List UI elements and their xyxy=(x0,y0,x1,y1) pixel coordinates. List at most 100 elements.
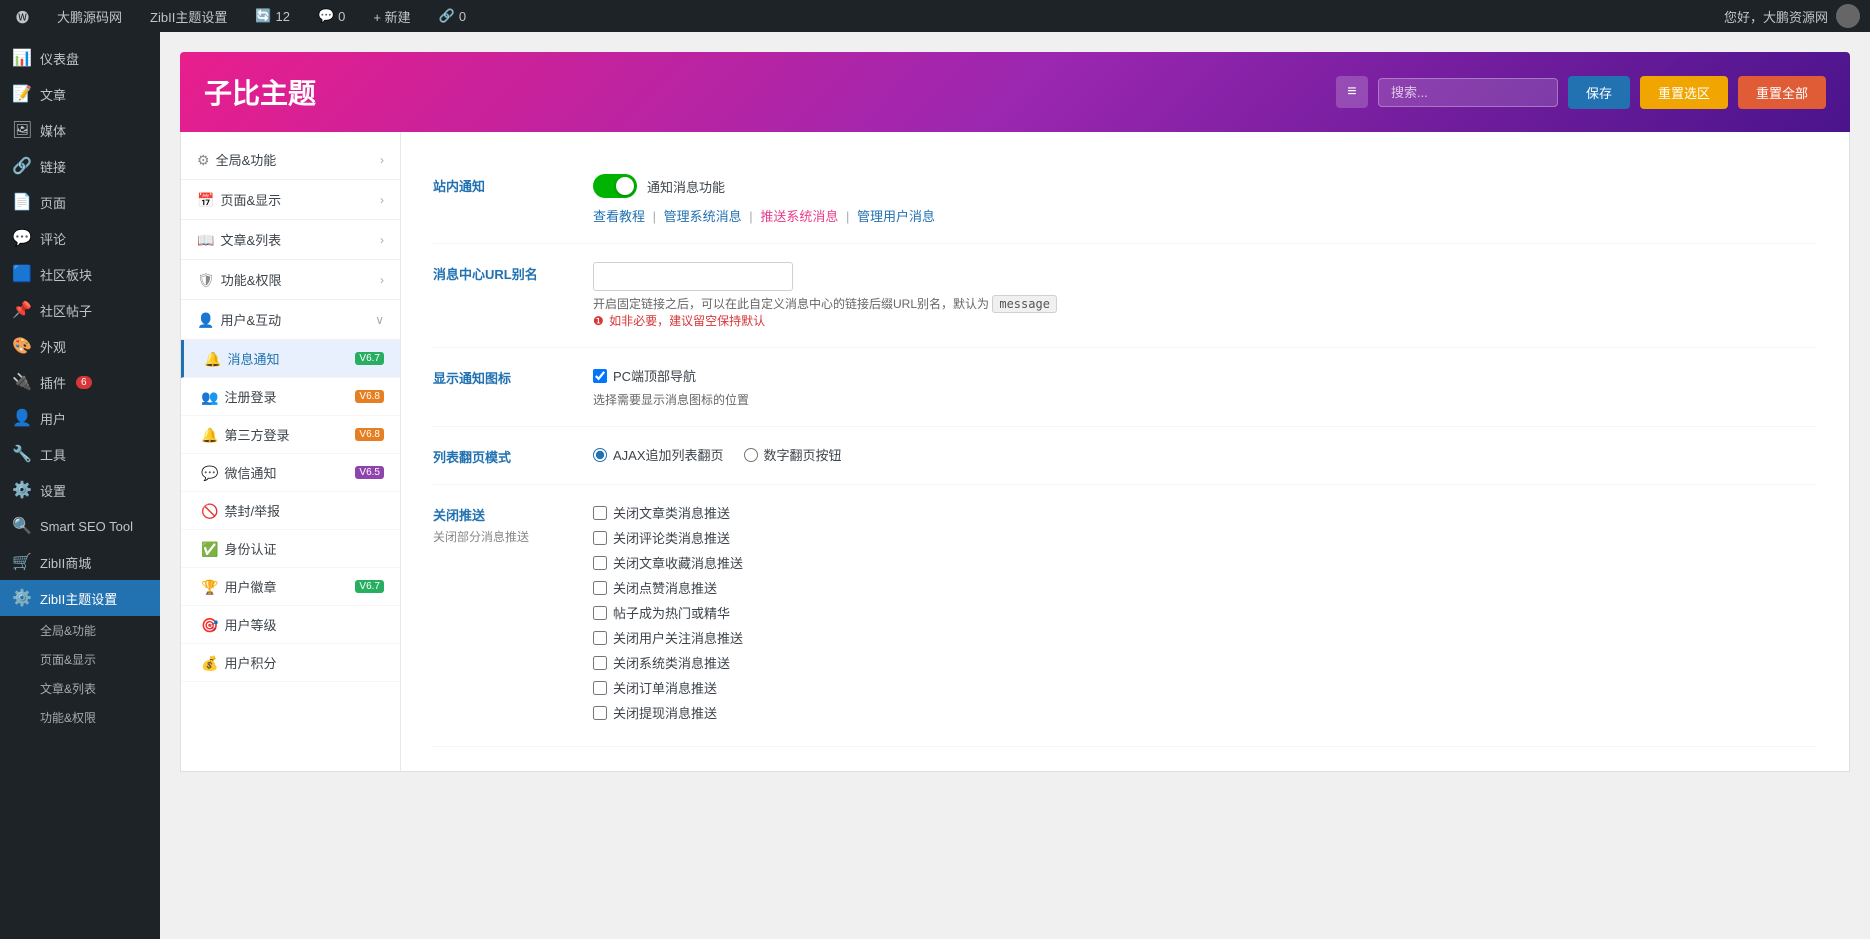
setting-row-pagination: 列表翻页模式 AJAX追加列表翻页 数字翻页按钮 xyxy=(433,427,1817,485)
nav-section-global[interactable]: ⚙全局&功能 › xyxy=(181,140,400,180)
link-tutorial[interactable]: 查看教程 xyxy=(593,209,645,224)
close-withdraw-push-checkbox[interactable] xyxy=(593,706,607,720)
sidebar-sub-articles[interactable]: 文章&列表 xyxy=(0,674,160,703)
sidebar-item-tools[interactable]: 🔧 工具 xyxy=(0,436,160,472)
sidebar-item-settings[interactable]: ⚙️ 设置 xyxy=(0,472,160,508)
site-name[interactable]: 大鹏源码网 xyxy=(51,0,128,32)
nav-section-pages[interactable]: 📅页面&显示 › xyxy=(181,180,400,220)
save-button[interactable]: 保存 xyxy=(1568,76,1630,109)
sidebar-item-zibll-shop[interactable]: 🛒 ZibII商城 xyxy=(0,544,160,580)
close-system-push-checkbox[interactable] xyxy=(593,656,607,670)
plugins-icon: 🔌 xyxy=(12,372,32,392)
version-badge-user-badge: V6.7 xyxy=(355,580,384,593)
close-push-sublabel: 关闭部分消息推送 xyxy=(433,528,593,545)
tools-icon: 🔧 xyxy=(12,444,32,464)
link-push-sys-msg[interactable]: 推送系统消息 xyxy=(760,209,838,224)
smart-seo-icon: 🔍 xyxy=(12,516,32,536)
close-article-push-checkbox[interactable] xyxy=(593,506,607,520)
hot-post-checkbox[interactable] xyxy=(593,606,607,620)
control-site-notification: 通知消息功能 查看教程 | 管理系统消息 | 推送系统消息 | 管理用户消息 xyxy=(593,174,1817,225)
nav-item-user-level[interactable]: 🎯用户等级 xyxy=(181,606,400,644)
label-site-notification: 站内通知 xyxy=(433,174,593,195)
sidebar-item-media[interactable]: 🖼 媒体 xyxy=(0,112,160,148)
nav-section-articles[interactable]: 📖文章&列表 › xyxy=(181,220,400,260)
sidebar-sub-func-perms[interactable]: 功能&权限 xyxy=(0,703,160,732)
nav-section-func-perms[interactable]: 🛡功能&权限 › xyxy=(181,260,400,300)
sidebar-item-forums[interactable]: 📌 社区帖子 xyxy=(0,292,160,328)
show-icon-desc: 选择需要显示消息图标的位置 xyxy=(593,391,1817,408)
warning-text: ❶ 如非必要，建议留空保持默认 xyxy=(593,312,1817,329)
community-blocks-icon: 🟦 xyxy=(12,264,32,284)
sidebar-sub-pages[interactable]: 页面&显示 xyxy=(0,645,160,674)
control-close-push: 关闭文章类消息推送 关闭评论类消息推送 关闭文章收藏消息推送 关闭点赞 xyxy=(593,503,1817,728)
nav-item-wechat-notify[interactable]: 💬微信通知 V6.5 xyxy=(181,454,400,492)
sidebar-item-plugins[interactable]: 🔌 插件 6 xyxy=(0,364,160,400)
reset-selected-button[interactable]: 重置选区 xyxy=(1640,76,1728,109)
message-url-desc: 开启固定链接之后，可以在此自定义消息中心的链接后缀URL别名，默认为 messa… xyxy=(593,295,1817,312)
close-comment-push-checkbox[interactable] xyxy=(593,531,607,545)
warning-icon: ❶ xyxy=(593,314,604,328)
pc-nav-checkbox[interactable] xyxy=(593,369,607,383)
sidebar-item-zibll-theme[interactable]: ⚙️ ZibII主题设置 xyxy=(0,580,160,616)
theme-settings-link[interactable]: ZibII主题设置 xyxy=(144,0,233,32)
close-order-push-checkbox[interactable] xyxy=(593,681,607,695)
control-pagination: AJAX追加列表翻页 数字翻页按钮 xyxy=(593,445,1817,464)
avatar[interactable] xyxy=(1836,4,1860,28)
sidebar-item-links[interactable]: 🔗 链接 xyxy=(0,148,160,184)
sidebar-item-posts[interactable]: 📝 文章 xyxy=(0,76,160,112)
reset-all-button[interactable]: 重置全部 xyxy=(1738,76,1826,109)
adminbar-right: 您好，大鹏资源网 xyxy=(1724,4,1860,28)
message-url-input[interactable] xyxy=(593,262,793,291)
setting-row-show-icon: 显示通知图标 PC端顶部导航 选择需要显示消息图标的位置 xyxy=(433,348,1817,427)
page-title: 子比主题 xyxy=(204,72,316,112)
nav-item-identity[interactable]: ✅身份认证 xyxy=(181,530,400,568)
ajax-pagination-radio[interactable] xyxy=(593,448,607,462)
link-manage-sys-msg[interactable]: 管理系统消息 xyxy=(664,209,742,224)
sidebar-item-smart-seo[interactable]: 🔍 Smart SEO Tool xyxy=(0,508,160,544)
admin-bar: 🅦 大鹏源码网 ZibII主题设置 🔄 12 💬 0 + 新建 🔗 0 您好，大… xyxy=(0,0,1870,32)
version-badge-wechat: V6.5 xyxy=(355,466,384,479)
version-badge-register: V6.8 xyxy=(355,390,384,403)
points-icon: 💰 xyxy=(201,655,218,671)
wp-icon: 🅦 xyxy=(16,7,29,26)
nav-item-notifications[interactable]: 🔔消息通知 V6.7 xyxy=(181,340,400,378)
nav-item-ban-report[interactable]: 🚫禁封/举报 xyxy=(181,492,400,530)
articles-icon: 📖 xyxy=(197,232,214,248)
settings-panel: ⚙全局&功能 › 📅页面&显示 › 📖文章&列表 › 🛡功能&权限 › 👤用户&… xyxy=(180,132,1850,772)
label-pagination: 列表翻页模式 xyxy=(433,445,593,466)
shop-icon: 🛒 xyxy=(12,552,32,572)
wp-logo[interactable]: 🅦 xyxy=(10,0,35,32)
sidebar-item-comments[interactable]: 💬 评论 xyxy=(0,220,160,256)
sidebar-item-bbpress[interactable]: 🟦 社区板块 xyxy=(0,256,160,292)
comments-link[interactable]: 💬 0 xyxy=(312,0,351,32)
close-follow-push-checkbox[interactable] xyxy=(593,631,607,645)
arrow-icon: › xyxy=(380,233,384,247)
number-pagination-radio[interactable] xyxy=(744,448,758,462)
sidebar-item-appearance[interactable]: 🎨 外观 xyxy=(0,328,160,364)
links-count[interactable]: 🔗 0 xyxy=(433,0,472,32)
settings-search-input[interactable] xyxy=(1378,78,1558,107)
nav-section-user-interact[interactable]: 👤用户&互动 ∨ xyxy=(181,300,400,340)
notification-toggle[interactable] xyxy=(593,174,637,198)
close-like-push-checkbox[interactable] xyxy=(593,581,607,595)
sidebar-item-users[interactable]: 👤 用户 xyxy=(0,400,160,436)
new-content-link[interactable]: + 新建 xyxy=(367,0,416,32)
sidebar-item-pages[interactable]: 📄 页面 xyxy=(0,184,160,220)
link-manage-user-msg[interactable]: 管理用户消息 xyxy=(857,209,935,224)
nav-item-register-login[interactable]: 👥注册登录 V6.8 xyxy=(181,378,400,416)
toggle-wrap-notification: 通知消息功能 xyxy=(593,174,1817,198)
updates-link[interactable]: 🔄 12 xyxy=(249,0,296,32)
identity-icon: ✅ xyxy=(201,541,218,557)
checkbox-close-withdraw-push: 关闭提现消息推送 xyxy=(593,703,1817,722)
nav-item-user-badge[interactable]: 🏆用户徽章 V6.7 xyxy=(181,568,400,606)
version-badge-notifications: V6.7 xyxy=(355,352,384,365)
settings-icon: ⚙️ xyxy=(12,480,32,500)
grid-view-button[interactable]: ≡ xyxy=(1336,76,1368,108)
close-favorite-push-checkbox[interactable] xyxy=(593,556,607,570)
user-interact-icon: 👤 xyxy=(197,312,214,328)
nav-item-user-points[interactable]: 💰用户积分 xyxy=(181,644,400,682)
sidebar-item-dashboard[interactable]: 📊 仪表盘 xyxy=(0,40,160,76)
wp-wrap: 📊 仪表盘 📝 文章 🖼 媒体 🔗 链接 📄 页面 💬 评论 🟦 社区板块 � xyxy=(0,32,1870,939)
sidebar-sub-global[interactable]: 全局&功能 xyxy=(0,616,160,645)
nav-item-third-login[interactable]: 🔔第三方登录 V6.8 xyxy=(181,416,400,454)
